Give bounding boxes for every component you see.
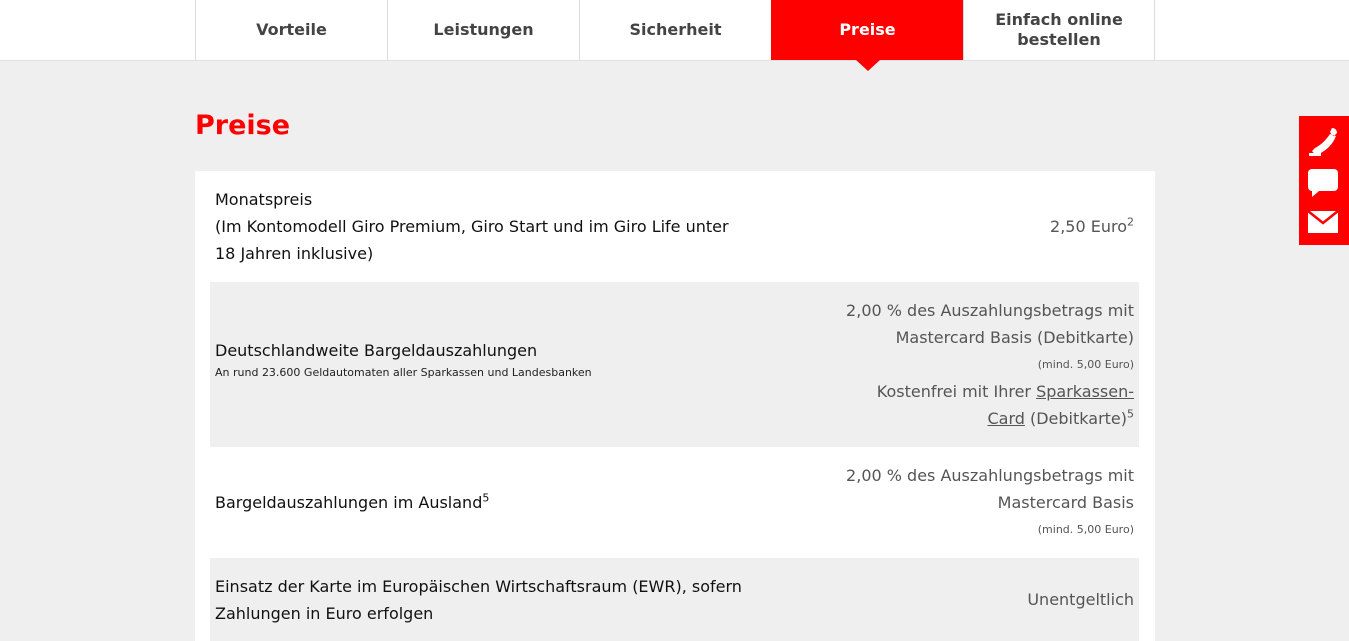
- tab-preise[interactable]: Preise: [771, 0, 963, 71]
- row-value: 2,50 Euro2: [1050, 213, 1134, 240]
- row-value: 2,00 % des Auszahlungsbetrags mit Master…: [846, 462, 1134, 543]
- row-value: 2,00 % des Auszahlungsbetrags mit Master…: [846, 297, 1134, 432]
- row-label-line: Deutschlandweite Bargeldauszahlungen: [215, 341, 538, 360]
- row-label-line: Zahlungen in Euro erfolgen: [215, 604, 434, 623]
- value-minimum: (mind. 5,00 Euro): [1037, 523, 1134, 536]
- value-line: 2,00 % des Auszahlungsbetrags mit: [846, 466, 1134, 485]
- price-row-bargeld-deutschland: Deutschlandweite Bargeldauszahlungen An …: [210, 282, 1139, 447]
- tab-leistungen[interactable]: Leistungen: [387, 0, 579, 60]
- price-row-monatspreis: Monatspreis (Im Kontomodell Giro Premium…: [210, 186, 1139, 282]
- row-label-line: 18 Jahren inklusive): [215, 244, 374, 263]
- tab-label: Leistungen: [433, 20, 534, 39]
- tab-label: Sicherheit: [629, 20, 722, 39]
- tab-label-line2: bestellen: [1017, 30, 1101, 49]
- sparkassen-card-link[interactable]: Card: [987, 409, 1024, 428]
- price-value: 2,50 Euro: [1050, 217, 1127, 236]
- row-label-line: Einsatz der Karte im Europäischen Wirtsc…: [215, 577, 742, 596]
- tab-label: Vorteile: [256, 20, 327, 39]
- value-line: 2,00 % des Auszahlungsbetrags mit: [846, 301, 1134, 320]
- value-line: Kostenfrei mit Ihrer: [876, 382, 1037, 401]
- tab-label-line1: Einfach online: [995, 10, 1123, 29]
- price-row-bargeld-ausland: Bargeldauszahlungen im Ausland5 2,00 % d…: [210, 447, 1139, 558]
- tab-einfach-online-bestellen[interactable]: Einfach online bestellen: [963, 0, 1155, 60]
- row-value: Unentgeltlich: [1027, 586, 1134, 613]
- value-minimum: (mind. 5,00 Euro): [1037, 358, 1134, 371]
- tab-list: Vorteile Leistungen Sicherheit Preise Ei…: [195, 0, 1155, 71]
- row-label-line: Monatspreis: [215, 190, 313, 209]
- row-label: Bargeldauszahlungen im Ausland5: [215, 489, 489, 516]
- value-line: Mastercard Basis (Debitkarte): [895, 328, 1134, 347]
- sparkassen-card-link[interactable]: Sparkassen-: [1036, 382, 1134, 401]
- row-label: Einsatz der Karte im Europäischen Wirtsc…: [215, 573, 742, 627]
- top-navigation-bar: Vorteile Leistungen Sicherheit Preise Ei…: [0, 0, 1349, 71]
- page-title: Preise: [195, 110, 291, 141]
- value-line: Mastercard Basis: [997, 493, 1134, 512]
- contact-sidebar: [1299, 116, 1349, 245]
- chat-icon[interactable]: [1306, 166, 1340, 197]
- mail-icon[interactable]: [1306, 208, 1340, 238]
- row-sublabel: An rund 23.600 Geldautomaten aller Spark…: [215, 366, 592, 379]
- value-line: (Debitkarte): [1024, 409, 1127, 428]
- tab-vorteile[interactable]: Vorteile: [195, 0, 387, 60]
- tab-label: Einfach online bestellen: [995, 10, 1123, 50]
- tab-label: Preise: [839, 20, 896, 39]
- row-label: Monatspreis (Im Kontomodell Giro Premium…: [215, 186, 729, 267]
- tab-sicherheit[interactable]: Sicherheit: [579, 0, 771, 60]
- active-tab-caret: [855, 60, 880, 71]
- footnote-ref[interactable]: 5: [1127, 408, 1134, 421]
- row-label-line: (Im Kontomodell Giro Premium, Giro Start…: [215, 217, 729, 236]
- row-label-line: Bargeldauszahlungen im Ausland: [215, 493, 483, 512]
- footnote-ref[interactable]: 5: [482, 492, 489, 505]
- footnote-ref[interactable]: 2: [1127, 216, 1134, 229]
- price-value: Unentgeltlich: [1027, 590, 1134, 609]
- price-table: Monatspreis (Im Kontomodell Giro Premium…: [195, 171, 1155, 641]
- row-label: Deutschlandweite Bargeldauszahlungen An …: [215, 337, 592, 380]
- phone-icon[interactable]: [1306, 124, 1340, 156]
- price-row-ewr: Einsatz der Karte im Europäischen Wirtsc…: [210, 558, 1139, 641]
